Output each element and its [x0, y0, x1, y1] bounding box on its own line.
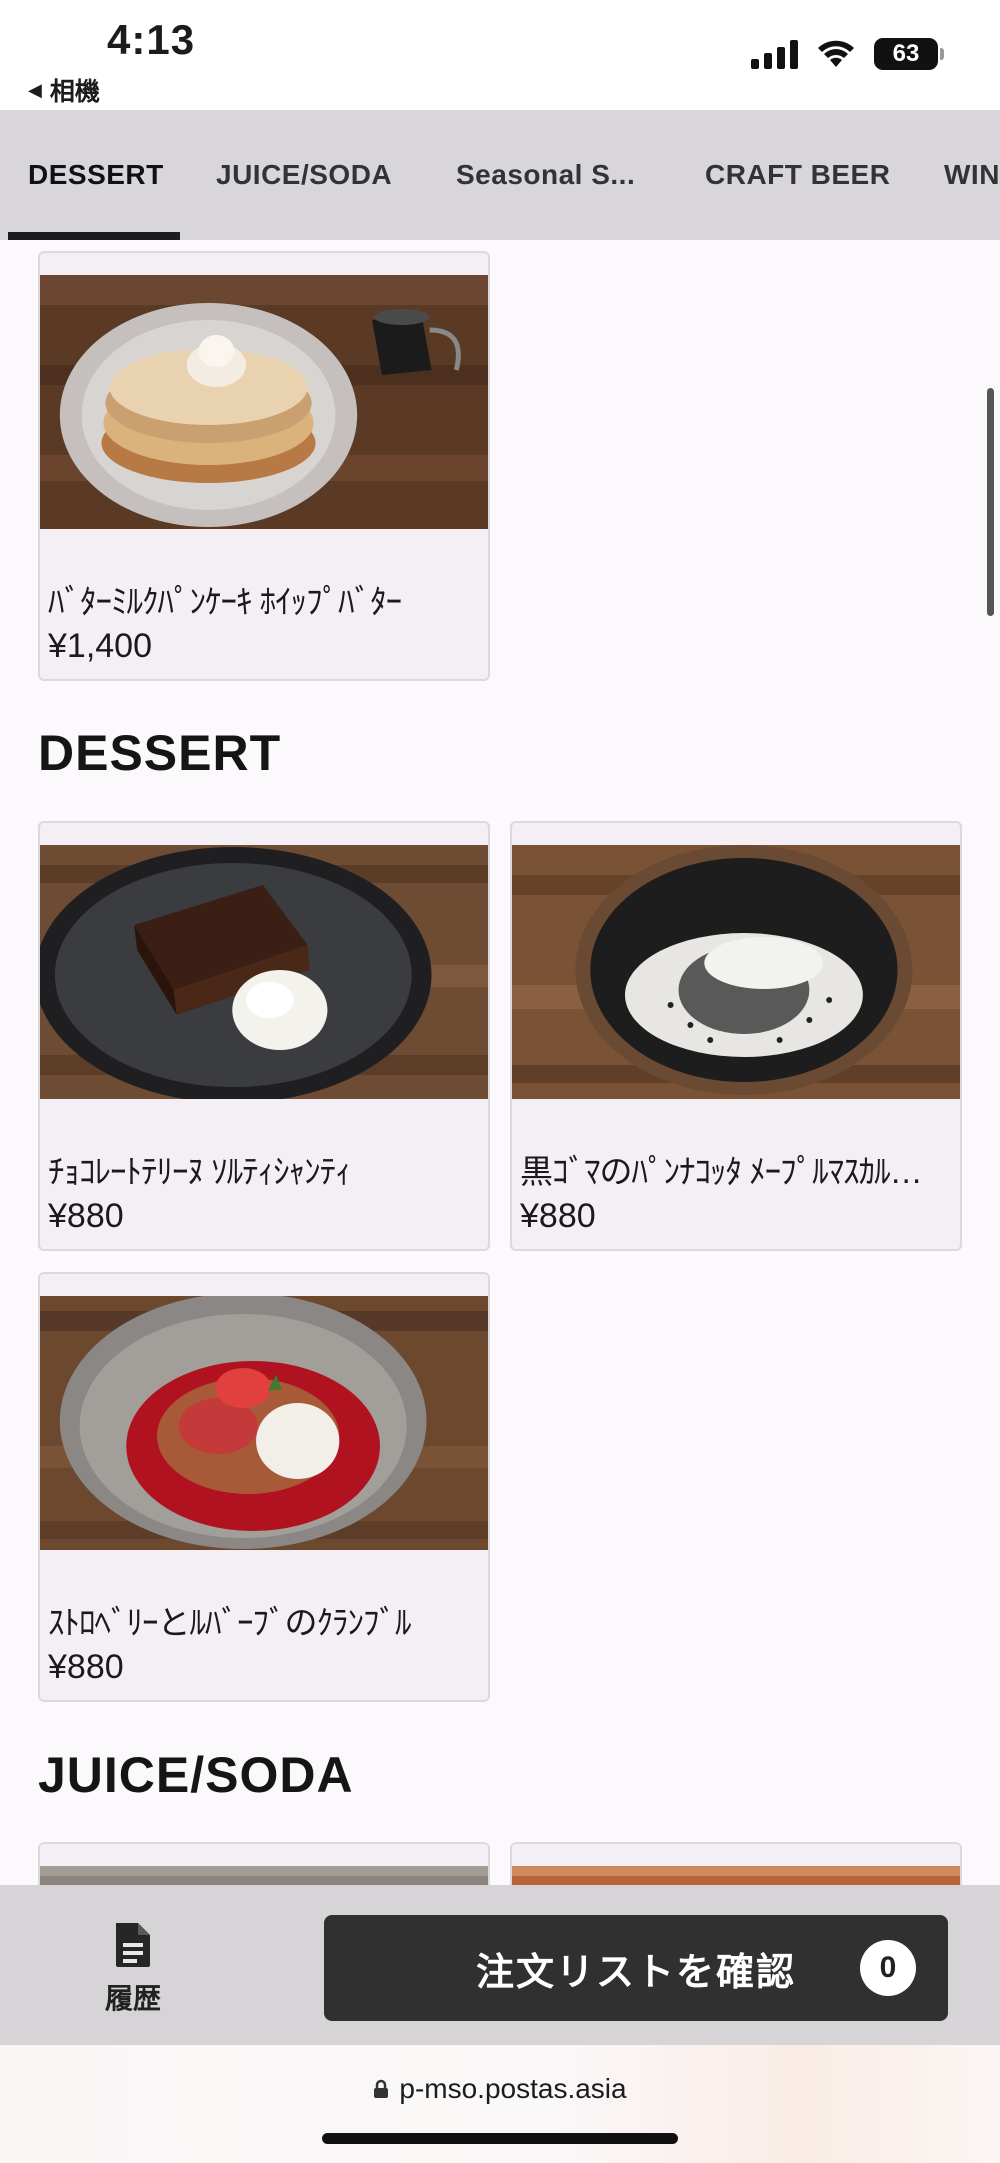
- scrollbar-thumb[interactable]: [987, 388, 994, 616]
- battery-icon: 63: [874, 38, 944, 70]
- tab-craft-beer[interactable]: CRAFT BEER: [705, 110, 890, 240]
- status-icons: 63: [751, 38, 944, 70]
- tab-dessert[interactable]: DESSERT: [28, 110, 164, 240]
- lock-icon: [374, 2079, 389, 2098]
- confirm-order-list-label: 注文リストを確認: [475, 1951, 796, 1994]
- section-title-juice-soda: JUICE/SODA: [38, 1747, 354, 1803]
- menu-item-card-chocolate-terrine[interactable]: ﾁｮｺﾚｰﾄﾃﾘｰﾇ ｿﾙﾃｨｼｬﾝﾃｨ ¥880: [38, 821, 490, 1251]
- cellular-signal-icon: [751, 39, 798, 69]
- confirm-order-list-button[interactable]: 注文リストを確認 0: [324, 1915, 948, 2021]
- battery-level: 63: [892, 40, 920, 67]
- active-tab-indicator: [8, 232, 180, 240]
- bottom-action-bar: 履歴 注文リストを確認 0: [0, 1885, 1000, 2045]
- tab-wine[interactable]: WIN: [944, 110, 1000, 240]
- wifi-icon: [818, 40, 854, 67]
- back-app-label: 相機: [49, 78, 100, 106]
- browser-address-bar[interactable]: p-mso.postas.asia: [0, 2045, 1000, 2163]
- status-bar: 4:13 ◀ 相機 63: [0, 0, 1000, 110]
- order-count-badge: 0: [860, 1940, 916, 1996]
- sesame-pannacotta-photo: [512, 845, 960, 1099]
- tab-juice-soda[interactable]: JUICE/SODA: [216, 110, 392, 240]
- menu-item-card-strawberry-crumble[interactable]: ｽﾄﾛﾍﾞﾘｰとﾙﾊﾞｰﾌﾞのｸﾗﾝﾌﾞﾙ ¥880: [38, 1272, 490, 1702]
- history-button[interactable]: 履歴: [78, 1921, 188, 2021]
- menu-item-card-pancake[interactable]: ﾊﾞﾀｰﾐﾙｸﾊﾟﾝｹｰｷ ﾎｲｯﾌﾟﾊﾞﾀｰ ¥1,400: [38, 251, 490, 681]
- tab-seasonal[interactable]: Seasonal S...: [456, 110, 635, 240]
- chocolate-terrine-photo: [40, 845, 488, 1099]
- category-tab-bar: DESSERT JUICE/SODA Seasonal S... CRAFT B…: [0, 110, 1000, 240]
- menu-item-price: ¥880: [520, 1197, 596, 1235]
- menu-item-name: ｽﾄﾛﾍﾞﾘｰとﾙﾊﾞｰﾌﾞのｸﾗﾝﾌﾞﾙ: [48, 1604, 412, 1641]
- home-indicator[interactable]: [322, 2133, 678, 2144]
- menu-item-name: ﾁｮｺﾚｰﾄﾃﾘｰﾇ ｿﾙﾃｨｼｬﾝﾃｨ: [48, 1153, 352, 1190]
- strawberry-crumble-photo: [40, 1296, 488, 1550]
- menu-item-card-sesame-pannacotta[interactable]: 黒ｺﾞﾏのﾊﾟﾝﾅｺｯﾀ ﾒｰﾌﾟﾙﾏｽｶﾙﾎﾟｰﾈ ¥880: [510, 821, 962, 1251]
- menu-item-price: ¥880: [48, 1197, 124, 1235]
- url-text: p-mso.postas.asia: [399, 2073, 627, 2104]
- menu-item-name: ﾊﾞﾀｰﾐﾙｸﾊﾟﾝｹｰｷ ﾎｲｯﾌﾟﾊﾞﾀｰ: [48, 583, 402, 620]
- menu-item-name: 黒ｺﾞﾏのﾊﾟﾝﾅｺｯﾀ ﾒｰﾌﾟﾙﾏｽｶﾙﾎﾟｰﾈ: [520, 1153, 950, 1190]
- section-title-dessert: DESSERT: [38, 725, 282, 781]
- history-label: 履歴: [104, 1983, 161, 2014]
- pancake-photo: [40, 275, 488, 529]
- menu-item-price: ¥880: [48, 1648, 124, 1686]
- url-display[interactable]: p-mso.postas.asia: [0, 2073, 1000, 2105]
- document-icon: [116, 1923, 150, 1967]
- back-to-app-link[interactable]: ◀ 相機: [28, 72, 100, 108]
- back-triangle-icon: ◀: [28, 79, 42, 100]
- menu-item-price: ¥1,400: [48, 627, 152, 665]
- clock: 4:13: [107, 16, 196, 63]
